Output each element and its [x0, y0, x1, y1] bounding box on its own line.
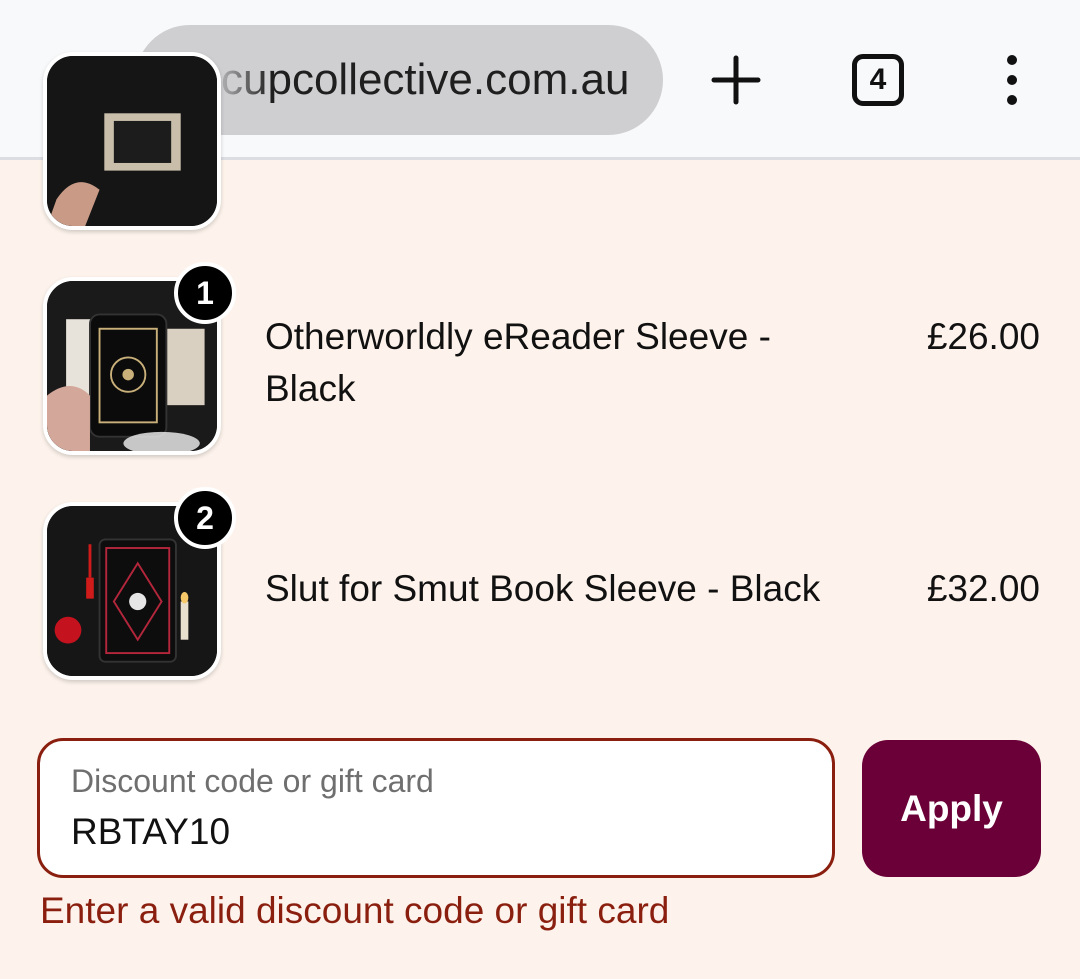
product-image	[43, 52, 221, 230]
quantity-badge: 1	[174, 262, 236, 324]
new-tab-icon[interactable]	[706, 50, 766, 110]
apply-button[interactable]: Apply	[862, 740, 1041, 877]
product-name: Slut for Smut Book Sleeve - Black	[265, 568, 821, 609]
discount-code-value[interactable]: RBTAY10	[71, 811, 230, 853]
more-options-icon[interactable]	[992, 50, 1032, 110]
quantity-badge: 2	[174, 487, 236, 549]
discount-error-message: Enter a valid discount code or gift card	[40, 890, 670, 931]
product-name: Otherworldly eReader Sleeve - Black	[265, 316, 771, 409]
discount-code-label: Discount code or gift card	[71, 763, 434, 799]
product-price: £32.00	[926, 568, 1040, 609]
url-text: cupcollective.com.au	[221, 55, 630, 104]
tab-switcher-button[interactable]: 4	[852, 54, 904, 106]
product-price: £26.00	[926, 316, 1040, 357]
discount-code-input[interactable]: Discount code or gift card RBTAY10	[37, 738, 835, 878]
